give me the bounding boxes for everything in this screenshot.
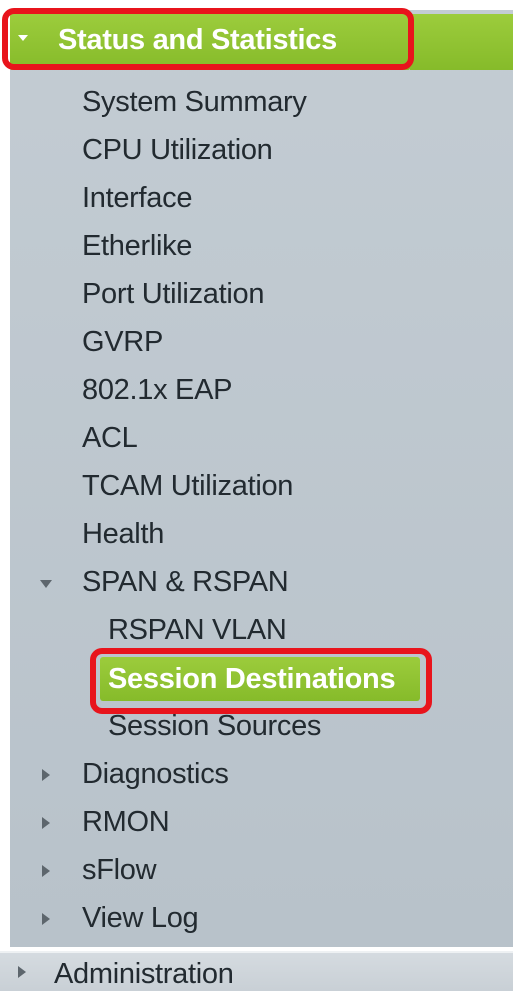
caret-right-icon[interactable]: [42, 817, 50, 829]
menu-item-session-sources[interactable]: Session Sources: [108, 710, 321, 743]
header-highlight-box: [2, 8, 414, 70]
menu-item-802-1x-eap[interactable]: 802.1x EAP: [82, 374, 232, 407]
menu-item-rmon[interactable]: RMON: [82, 806, 170, 839]
menu-item-etherlike[interactable]: Etherlike: [82, 230, 192, 263]
header-bar-extension: [410, 14, 513, 70]
caret-right-icon[interactable]: [42, 913, 50, 925]
caret-right-icon[interactable]: [42, 769, 50, 781]
menu-item-rspan-vlan[interactable]: RSPAN VLAN: [108, 614, 287, 647]
menu-item-health[interactable]: Health: [82, 518, 164, 551]
menu-item-span-rspan[interactable]: SPAN & RSPAN: [82, 566, 289, 599]
menu-item-sflow[interactable]: sFlow: [82, 854, 157, 887]
menu-item-tcam-utilization[interactable]: TCAM Utilization: [82, 470, 293, 503]
menu-item-gvrp[interactable]: GVRP: [82, 326, 163, 359]
caret-right-icon[interactable]: [18, 966, 26, 978]
menu-item-system-summary[interactable]: System Summary: [82, 86, 307, 119]
menu-item-diagnostics[interactable]: Diagnostics: [82, 758, 229, 791]
session-destinations-highlight-box: [90, 648, 432, 714]
menu-item-port-utilization[interactable]: Port Utilization: [82, 278, 264, 311]
menu-item-cpu-utilization[interactable]: CPU Utilization: [82, 134, 273, 167]
menu-item-interface[interactable]: Interface: [82, 182, 192, 215]
menu-item-view-log[interactable]: View Log: [82, 902, 199, 935]
menu-item-administration[interactable]: Administration: [54, 958, 234, 991]
caret-right-icon[interactable]: [42, 865, 50, 877]
navigation-frame: Status and Statistics System Summary CPU…: [0, 0, 513, 991]
menu-item-acl[interactable]: ACL: [82, 422, 138, 455]
caret-down-icon[interactable]: [40, 580, 52, 588]
